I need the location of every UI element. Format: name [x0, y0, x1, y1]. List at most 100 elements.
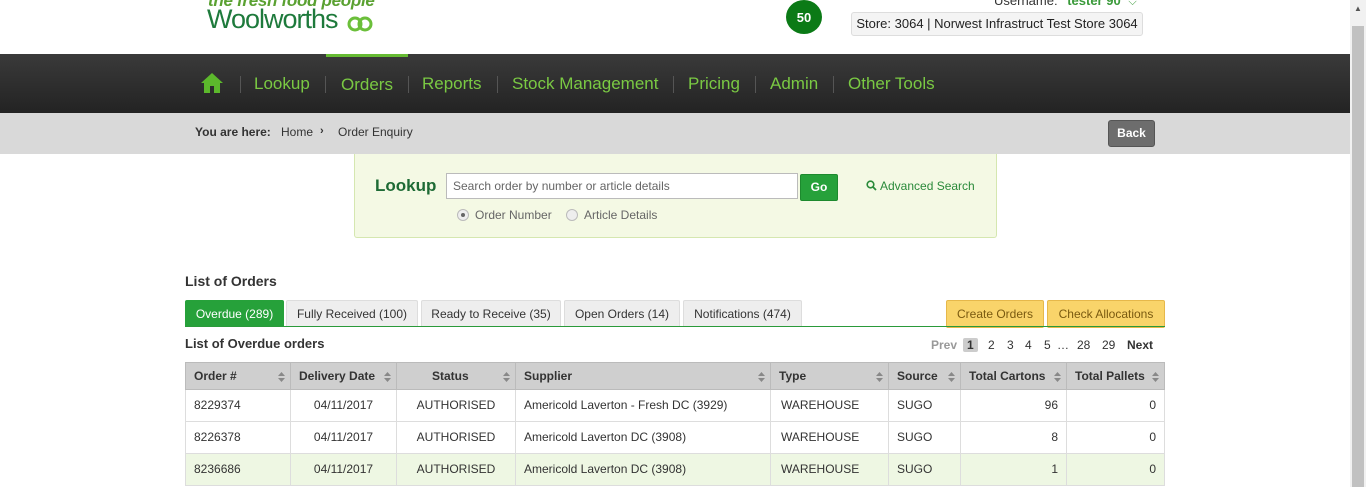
sort-icon[interactable] [1152, 372, 1159, 382]
column-label: Total Pallets [1075, 369, 1145, 383]
cell-total-pallets: 0 [1149, 430, 1156, 444]
search-icon [866, 180, 877, 191]
cell-source: SUGO [889, 422, 961, 453]
column-type[interactable]: Type [771, 363, 889, 389]
column-supplier[interactable]: Supplier [516, 363, 771, 389]
column-total-pallets[interactable]: Total Pallets [1067, 363, 1164, 389]
column-label: Delivery Date [299, 369, 376, 383]
pager-page-5[interactable]: 5 [1044, 338, 1051, 352]
column-order-number[interactable]: Order # [186, 363, 291, 389]
advanced-search-link[interactable]: Advanced Search [866, 179, 975, 193]
column-status[interactable]: Status [397, 363, 516, 389]
radio-selected-icon[interactable] [457, 209, 469, 221]
nav-divider [673, 76, 674, 93]
sort-icon[interactable] [278, 372, 285, 382]
home-icon[interactable] [200, 72, 224, 94]
nav-other-tools[interactable]: Other Tools [848, 54, 935, 113]
sort-icon[interactable] [758, 372, 765, 382]
page-scrollbar[interactable]: ▲ [1350, 0, 1366, 487]
nav-divider [755, 76, 756, 93]
cell-supplier: Americold Laverton DC (3908) [516, 454, 771, 485]
pager-page-4[interactable]: 4 [1025, 338, 1032, 352]
scrollbar-thumb[interactable] [1352, 26, 1364, 487]
sort-icon[interactable] [948, 372, 955, 382]
table-row[interactable]: 8229374 04/11/2017 AUTHORISED Americold … [185, 390, 1165, 422]
nav-divider [833, 76, 834, 93]
tab-overdue[interactable]: Overdue (289) [185, 300, 284, 327]
sort-icon[interactable] [503, 372, 510, 382]
create-orders-button[interactable]: Create Orders [946, 300, 1044, 328]
list-of-orders-title: List of Orders [185, 273, 277, 289]
pager-next[interactable]: Next [1127, 338, 1153, 352]
nav-stock-management[interactable]: Stock Management [512, 54, 658, 113]
table-row[interactable]: 8226378 04/11/2017 AUTHORISED Americold … [185, 422, 1165, 454]
cell-order-number[interactable]: 8226378 [186, 422, 291, 453]
store-selector[interactable]: Store: 3064 | Norwest Infrastruct Test S… [851, 12, 1143, 36]
check-allocations-button[interactable]: Check Allocations [1047, 300, 1165, 328]
header: the fresh food people Woolworths 50 User… [0, 0, 1350, 54]
tab-fully-received[interactable]: Fully Received (100) [286, 300, 418, 327]
column-label: Type [779, 369, 807, 383]
lookup-panel: Lookup Search order by number or article… [354, 154, 997, 238]
breadcrumb-home-link[interactable]: Home [281, 125, 313, 139]
column-label: Supplier [524, 369, 573, 383]
nav-lookup[interactable]: Lookup [254, 54, 310, 113]
logo[interactable]: Woolworths [207, 4, 339, 35]
tab-notifications[interactable]: Notifications (474) [683, 300, 802, 327]
cell-delivery-date: 04/11/2017 [291, 422, 397, 453]
nav-divider [408, 76, 409, 93]
column-total-cartons[interactable]: Total Cartons [961, 363, 1067, 389]
main-nav: Lookup Orders Reports Stock Management P… [0, 54, 1350, 113]
column-label: Total Cartons [969, 369, 1046, 383]
breadcrumb: You are here: Home › Order Enquiry Back [0, 113, 1350, 154]
sort-icon[interactable] [384, 372, 391, 382]
user-menu[interactable]: Username: tester 90 ⌵ [994, 0, 1137, 9]
cell-order-number[interactable]: 8229374 [186, 390, 291, 421]
scroll-up-icon[interactable]: ▲ [1354, 4, 1362, 13]
column-source[interactable]: Source [889, 363, 961, 389]
table-row[interactable]: 8236686 04/11/2017 AUTHORISED Americold … [185, 454, 1165, 486]
pager-prev[interactable]: Prev [931, 338, 957, 352]
radio-order-number[interactable]: Order Number [457, 208, 552, 222]
search-input[interactable]: Search order by number or article detail… [446, 173, 798, 199]
cell-total-cartons: 1 [961, 454, 1067, 485]
go-button[interactable]: Go [800, 174, 838, 201]
cell-status: AUTHORISED [397, 390, 516, 421]
cell-order-number[interactable]: 8236686 [186, 454, 291, 485]
pager-page-2[interactable]: 2 [988, 338, 995, 352]
pager-page-1[interactable]: 1 [963, 338, 978, 352]
pager-page-3[interactable]: 3 [1007, 338, 1014, 352]
notification-badge[interactable]: 50 [786, 0, 822, 34]
woolworths-logo-icon [347, 16, 373, 32]
username-label: Username: [994, 0, 1058, 8]
sort-icon[interactable] [876, 372, 883, 382]
back-button[interactable]: Back [1108, 120, 1155, 147]
radio-article-details[interactable]: Article Details [566, 208, 657, 222]
advanced-search-label: Advanced Search [880, 179, 975, 193]
column-delivery-date[interactable]: Delivery Date [291, 363, 397, 389]
cell-source: SUGO [889, 390, 961, 421]
pager-page-28[interactable]: 28 [1077, 338, 1090, 352]
cell-supplier: Americold Laverton - Fresh DC (3929) [516, 390, 771, 421]
chevron-down-icon[interactable]: ⌵ [1128, 0, 1136, 8]
nav-admin[interactable]: Admin [770, 54, 818, 113]
cell-total-cartons: 8 [961, 422, 1067, 453]
username[interactable]: tester 90 [1067, 0, 1120, 8]
chevron-right-icon: › [320, 125, 324, 137]
radio-article-details-label: Article Details [584, 208, 658, 222]
cell-type: WAREHOUSE [771, 422, 889, 453]
nav-orders[interactable]: Orders [326, 54, 408, 116]
lookup-title: Lookup [375, 176, 437, 195]
breadcrumb-label: You are here: [195, 125, 271, 139]
nav-divider [240, 76, 241, 93]
pager-page-29[interactable]: 29 [1102, 338, 1115, 352]
cell-supplier: Americold Laverton DC (3908) [516, 422, 771, 453]
nav-pricing[interactable]: Pricing [688, 54, 740, 113]
cell-delivery-date: 04/11/2017 [291, 390, 397, 421]
cell-status: AUTHORISED [397, 422, 516, 453]
tab-ready-to-receive[interactable]: Ready to Receive (35) [421, 300, 561, 327]
sort-icon[interactable] [1054, 372, 1061, 382]
tab-open-orders[interactable]: Open Orders (14) [564, 300, 680, 327]
nav-reports[interactable]: Reports [422, 54, 482, 113]
radio-unselected-icon[interactable] [566, 209, 578, 221]
